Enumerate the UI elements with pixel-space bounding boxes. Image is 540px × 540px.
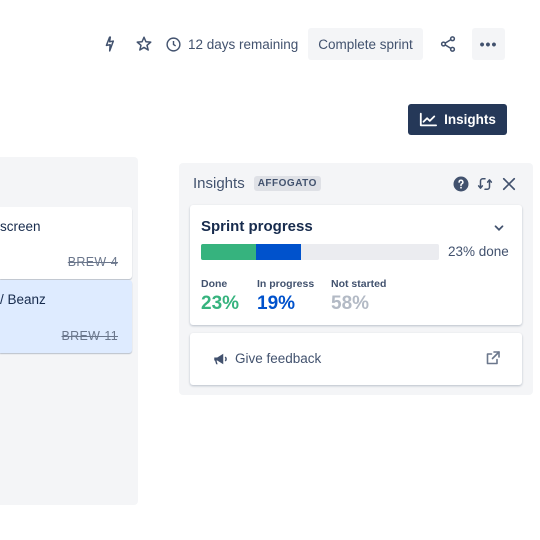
sprint-progress-bar <box>201 244 439 260</box>
stat-label: Done <box>201 278 228 290</box>
give-feedback-label: Give feedback <box>235 351 322 366</box>
insights-button-label: Insights <box>444 112 496 127</box>
stat-label: Not started <box>331 278 387 290</box>
issue-card-title: screen <box>0 219 41 234</box>
days-remaining-text: 12 days remaining <box>188 36 299 52</box>
insights-panel-actions <box>451 174 519 194</box>
clock-icon <box>166 36 181 52</box>
stat-not-started: Not started 58% <box>331 278 386 315</box>
close-icon[interactable] <box>499 174 519 194</box>
help-icon[interactable] <box>451 174 471 194</box>
insights-panel: Insights AFFOGATO Sprint progress 23% do… <box>179 163 533 395</box>
chart-icon <box>420 112 438 126</box>
more-actions-button[interactable]: ••• <box>472 28 505 60</box>
stat-in-progress: In progress 19% <box>257 278 314 315</box>
sprint-toolbar: 12 days remaining Complete sprint ••• <box>0 28 540 60</box>
external-link-icon[interactable] <box>485 350 501 366</box>
stat-value: 58% <box>331 293 370 314</box>
board-column: screen BREW-4 / Beanz BREW-11 <box>0 157 138 505</box>
issue-card-title: / Beanz <box>0 292 46 307</box>
progress-in-progress-segment <box>255 244 301 260</box>
more-icon: ••• <box>479 36 498 52</box>
stat-value: 19% <box>257 293 296 314</box>
issue-key[interactable]: BREW-4 <box>68 255 118 269</box>
refresh-icon[interactable] <box>475 174 495 194</box>
give-feedback-card[interactable]: Give feedback <box>190 333 522 385</box>
megaphone-icon <box>214 353 227 365</box>
share-icon[interactable] <box>436 32 460 56</box>
stat-label: In progress <box>257 278 315 290</box>
progress-percent-label: 23% done <box>448 244 509 259</box>
insights-panel-title: Insights <box>193 175 245 192</box>
days-remaining: 12 days remaining <box>165 32 298 56</box>
stat-value: 23% <box>201 293 240 314</box>
stat-done: Done 23% <box>201 278 239 315</box>
sprint-progress-title: Sprint progress <box>201 218 313 235</box>
insights-panel-header: Insights AFFOGATO <box>193 175 321 192</box>
insights-button[interactable]: Insights <box>408 104 507 135</box>
complete-sprint-button[interactable]: Complete sprint <box>308 28 423 60</box>
issue-key[interactable]: BREW-11 <box>61 329 118 343</box>
progress-done-segment <box>201 244 256 260</box>
lightning-icon[interactable] <box>98 32 122 56</box>
board-lozenge: AFFOGATO <box>253 176 321 191</box>
issue-card[interactable]: screen BREW-4 <box>0 207 132 279</box>
sprint-progress-card: Sprint progress 23% done Done 23% In pro… <box>190 205 522 325</box>
star-icon[interactable] <box>132 32 156 56</box>
issue-card-selected[interactable]: / Beanz BREW-11 <box>0 280 132 353</box>
chevron-down-icon[interactable] <box>492 221 506 235</box>
